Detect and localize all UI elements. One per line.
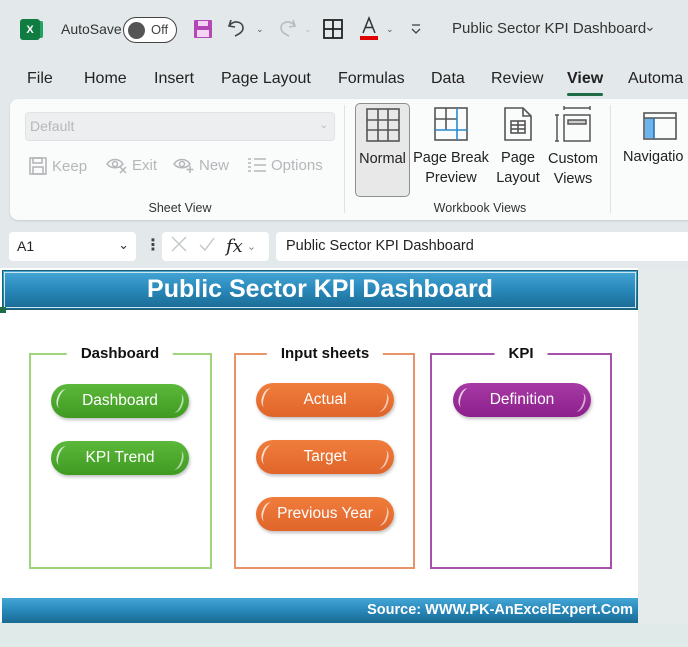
eye-exit-icon bbox=[106, 158, 127, 174]
workbook-views-group-label: Workbook Views bbox=[433, 201, 527, 215]
cancel-icon bbox=[170, 235, 188, 258]
autosave-state: Off bbox=[151, 22, 169, 37]
kpi-group-title: KPI bbox=[494, 345, 548, 362]
font-color-icon[interactable] bbox=[358, 16, 380, 42]
page-break-preview-icon bbox=[434, 107, 468, 141]
ribbon-panel: Default ⌄ Keep Exit New Options Sheet Vi… bbox=[10, 99, 688, 220]
sheet-background bbox=[0, 623, 688, 647]
sheet-view-group-label: Sheet View bbox=[148, 201, 212, 215]
keep-label: Keep bbox=[52, 157, 88, 175]
chevron-down-icon[interactable]: ⌄ bbox=[247, 240, 256, 253]
custom-views-label: Custom Views bbox=[548, 149, 598, 189]
font-color-dropdown-icon[interactable]: ⌄ bbox=[386, 24, 394, 35]
normal-view-button[interactable]: Normal bbox=[355, 103, 410, 197]
more-options-icon[interactable]: ⋮ bbox=[145, 235, 161, 255]
title-bar: X AutoSave Off ⌄ ⌄ ⌄ Public Sector KPI D… bbox=[0, 0, 688, 60]
definition-button[interactable]: Definition bbox=[453, 383, 591, 417]
options-label: Options bbox=[271, 156, 323, 174]
exit-label: Exit bbox=[132, 156, 158, 174]
eye-new-icon bbox=[173, 158, 194, 173]
actual-button[interactable]: Actual bbox=[256, 383, 394, 417]
borders-icon[interactable] bbox=[322, 18, 344, 40]
custom-views-icon bbox=[555, 106, 591, 142]
kpi-trend-button[interactable]: KPI Trend bbox=[51, 441, 189, 475]
group-divider bbox=[344, 105, 345, 213]
page-break-preview-label: Page Break Preview bbox=[413, 148, 489, 188]
label-line-2: Layout bbox=[496, 170, 540, 186]
tab-formulas[interactable]: Formulas bbox=[338, 70, 405, 88]
insert-function-icon[interactable]: fx bbox=[226, 236, 243, 257]
label-line-2: Views bbox=[553, 171, 593, 187]
save-icon bbox=[29, 157, 47, 175]
input-sheets-group-title: Input sheets bbox=[266, 345, 384, 362]
dashboard-button[interactable]: Dashboard bbox=[51, 384, 189, 418]
dashboard-banner-title[interactable]: Public Sector KPI Dashboard bbox=[2, 270, 638, 310]
undo-dropdown-icon[interactable]: ⌄ bbox=[256, 24, 264, 35]
save-icon[interactable] bbox=[192, 18, 214, 40]
page-layout-label: Page Layout bbox=[496, 148, 540, 188]
tab-insert[interactable]: Insert bbox=[154, 70, 194, 88]
page-break-preview-button[interactable]: Page Break Preview bbox=[411, 103, 491, 197]
chevron-down-icon[interactable]: ⌄ bbox=[644, 18, 656, 35]
page-layout-icon bbox=[504, 107, 532, 141]
group-divider bbox=[610, 105, 611, 213]
tab-data[interactable]: Data bbox=[431, 70, 465, 88]
tab-page-layout[interactable]: Page Layout bbox=[221, 70, 311, 88]
formula-input[interactable]: Public Sector KPI Dashboard bbox=[276, 232, 688, 261]
toggle-knob bbox=[128, 21, 145, 39]
sheet-view-select: Default ⌄ bbox=[25, 112, 335, 141]
label-line-1: Page bbox=[501, 150, 535, 166]
exit-button: Exit bbox=[106, 156, 157, 174]
name-box-value: A1 bbox=[17, 238, 35, 254]
new-label: New bbox=[199, 156, 230, 174]
excel-logo-icon: X bbox=[20, 19, 43, 40]
keep-button: Keep bbox=[28, 156, 87, 176]
enter-check-icon bbox=[198, 235, 216, 258]
document-title[interactable]: Public Sector KPI Dashboard bbox=[452, 20, 646, 37]
label-line-1: Page Break bbox=[413, 150, 489, 166]
autosave-label: AutoSave bbox=[61, 21, 122, 37]
selection-fill-handle[interactable] bbox=[0, 307, 6, 313]
target-button[interactable]: Target bbox=[256, 440, 394, 474]
chevron-down-icon: ⌄ bbox=[319, 120, 328, 131]
page-layout-button[interactable]: Page Layout bbox=[493, 103, 543, 197]
custom-views-button[interactable]: Custom Views bbox=[544, 103, 602, 197]
source-footer: Source: WWW.PK-AnExcelExpert.Com bbox=[2, 598, 638, 623]
autosave-toggle[interactable]: Off bbox=[123, 17, 177, 43]
tab-automate[interactable]: Automa bbox=[628, 70, 683, 88]
label-line-2: Preview bbox=[425, 170, 477, 186]
sheet-view-select-value: Default bbox=[30, 118, 75, 134]
ribbon-tabs: File Home Insert Page Layout Formulas Da… bbox=[0, 64, 688, 98]
normal-view-icon bbox=[365, 108, 400, 142]
options-button: Options bbox=[247, 156, 323, 174]
name-box[interactable]: A1 ⌄ bbox=[9, 232, 136, 261]
chevron-down-icon[interactable]: ⌄ bbox=[118, 237, 129, 253]
navigation-pane-icon bbox=[643, 112, 677, 140]
tab-file[interactable]: File bbox=[27, 70, 53, 88]
tab-view[interactable]: View bbox=[567, 70, 604, 96]
dashboard-group-title: Dashboard bbox=[66, 345, 174, 362]
normal-view-label: Normal bbox=[359, 151, 406, 167]
sheet-background bbox=[638, 268, 688, 647]
tab-review[interactable]: Review bbox=[491, 70, 543, 88]
list-options-icon bbox=[248, 158, 266, 172]
formula-tools: fx ⌄ bbox=[162, 232, 269, 261]
redo-dropdown-icon: ⌄ bbox=[304, 24, 312, 34]
label-line-1: Custom bbox=[548, 151, 598, 167]
customize-qat-icon[interactable] bbox=[410, 22, 422, 36]
navigation-label: Navigatio bbox=[623, 149, 684, 165]
navigation-button[interactable]: Navigatio bbox=[620, 103, 688, 197]
previous-year-button[interactable]: Previous Year bbox=[256, 497, 394, 531]
tab-home[interactable]: Home bbox=[84, 70, 127, 88]
undo-icon[interactable] bbox=[226, 17, 248, 39]
formula-value: Public Sector KPI Dashboard bbox=[286, 238, 474, 254]
redo-icon bbox=[276, 17, 298, 39]
new-button: New bbox=[173, 156, 229, 174]
